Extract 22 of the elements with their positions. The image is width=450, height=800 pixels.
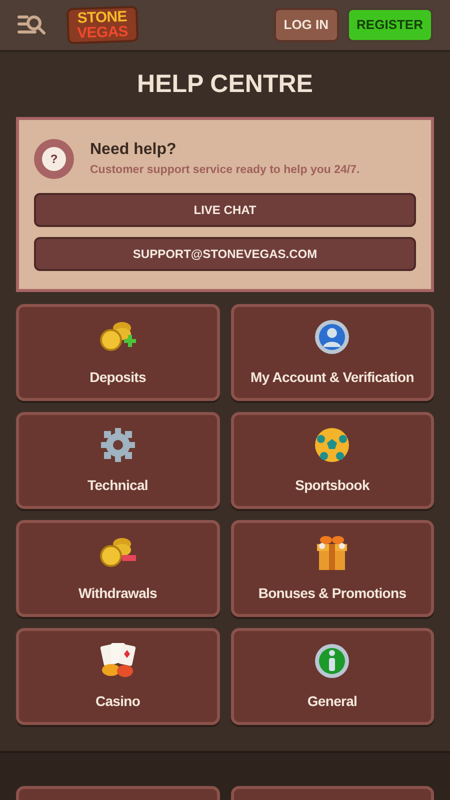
ball-icon	[314, 427, 350, 464]
email-button[interactable]: SUPPORT@STONEVEGAS.COM	[34, 237, 416, 272]
register-button[interactable]: REGISTER	[346, 8, 433, 42]
search-menu-icon[interactable]	[17, 14, 47, 36]
login-button[interactable]: LOG IN	[274, 8, 339, 42]
category-card[interactable]: Deposits	[16, 304, 220, 402]
category-card[interactable]: General	[230, 628, 434, 726]
category-card[interactable]: Sportsbook	[230, 412, 434, 510]
live-chat-button[interactable]: LIVE CHAT	[34, 193, 416, 228]
category-card[interactable]: Bonuses & Promotions	[230, 520, 434, 618]
category-card[interactable]: Casino	[16, 628, 220, 726]
help-icon: ?	[34, 138, 74, 179]
help-subtitle: Customer support service ready to help you 24/7.	[90, 163, 360, 178]
page-title: HELP CENTRE	[137, 68, 313, 100]
info-icon	[314, 643, 350, 680]
category-card[interactable]: Withdrawals	[16, 520, 220, 618]
gear-icon	[100, 427, 136, 464]
help-heading: Need help?	[90, 140, 178, 160]
user-icon	[314, 319, 350, 356]
logo[interactable]: STONE VEGAS	[66, 6, 138, 44]
category-card[interactable]: Technical	[16, 412, 220, 510]
category-card[interactable]: My Account & Verification	[230, 304, 434, 402]
